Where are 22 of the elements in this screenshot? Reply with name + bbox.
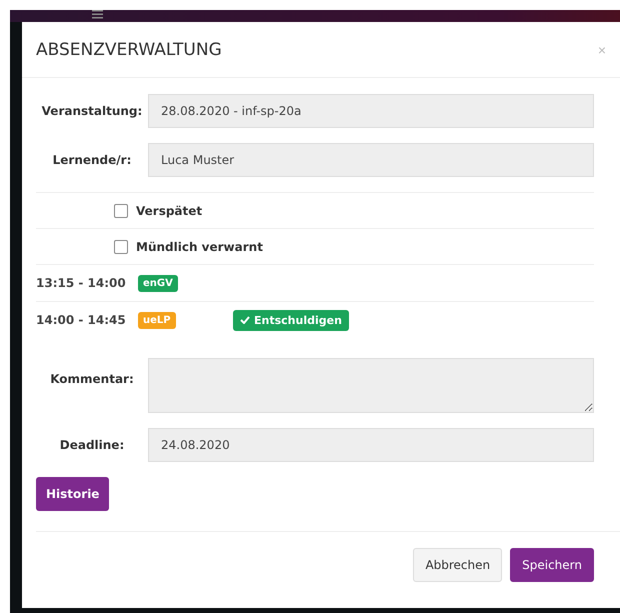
- checkbox-label: Mündlich verwarnt: [136, 240, 263, 254]
- lesson-badge: enGV: [138, 274, 178, 292]
- menu-icon[interactable]: [92, 10, 103, 19]
- field-label: Kommentar:: [49, 371, 135, 386]
- field-label: Lernende/r:: [52, 153, 132, 167]
- history-button[interactable]: Historie: [36, 477, 110, 511]
- lesson-time: 14:00 - 14:45: [36, 313, 127, 327]
- checkbox-label: Verspätet: [136, 204, 202, 218]
- cancel-button[interactable]: Abbrechen: [413, 548, 502, 582]
- text-field[interactable]: 28.08.2020 - inf-sp-20a: [148, 94, 594, 128]
- lesson-badge: ueLP: [138, 312, 176, 328]
- lesson-time: 13:15 - 14:00: [36, 276, 127, 290]
- save-button[interactable]: Speichern: [510, 548, 594, 582]
- text-field[interactable]: 24.08.2020: [148, 428, 594, 462]
- field-label: Veranstaltung:: [40, 104, 144, 118]
- checkbox[interactable]: [114, 204, 128, 218]
- checkbox[interactable]: [114, 240, 128, 254]
- modal-title: ABSENZVERWALTUNG: [36, 40, 222, 60]
- comment-field[interactable]: [148, 358, 594, 413]
- text-field[interactable]: Luca Muster: [148, 143, 594, 177]
- checkmark-icon: [240, 316, 250, 324]
- field-label: Deadline:: [58, 438, 126, 452]
